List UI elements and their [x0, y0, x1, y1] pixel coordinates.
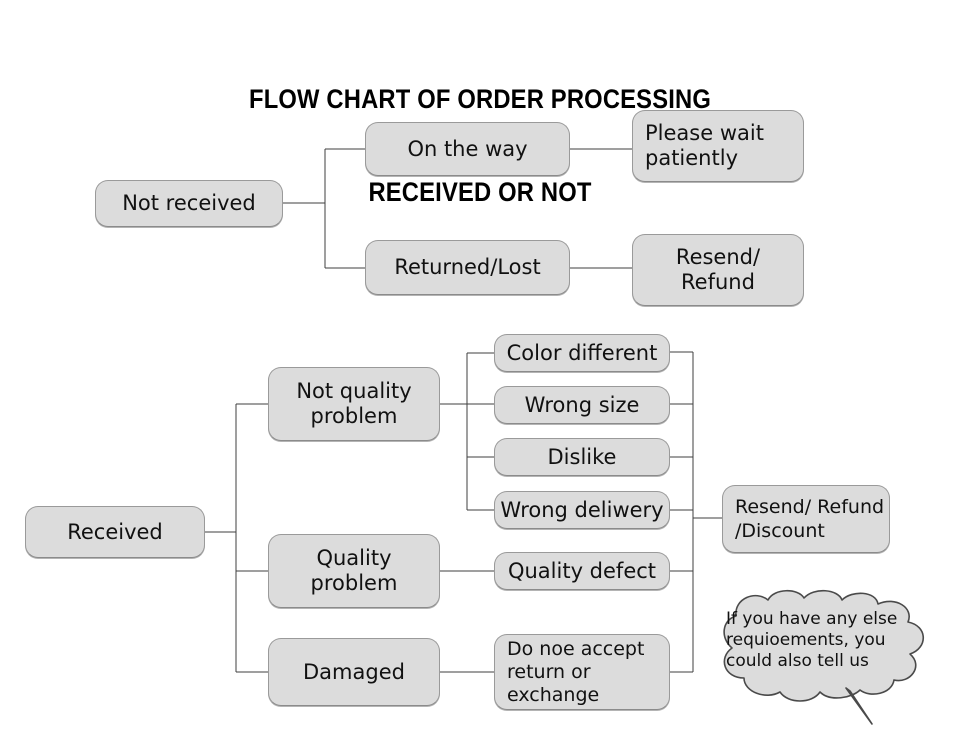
node-wrong-deliwery[interactable]: Wrong deliwery: [494, 491, 670, 529]
node-received[interactable]: Received: [25, 506, 205, 558]
node-on-the-way-label: On the way: [407, 136, 528, 161]
node-please-wait-patiently[interactable]: Please wait patiently: [632, 110, 804, 182]
node-not-received-label: Not received: [122, 191, 256, 215]
node-wrong-size[interactable]: Wrong size: [494, 386, 670, 424]
node-color-different[interactable]: Color different: [494, 334, 670, 372]
node-quality-defect[interactable]: Quality defect: [494, 552, 670, 590]
node-dislike[interactable]: Dislike: [494, 438, 670, 476]
node-resend-refund[interactable]: Resend/ Refund: [632, 234, 804, 306]
note-speech-bubble-text: If you have any else requioements, you c…: [726, 609, 898, 671]
node-quality-problem[interactable]: Quality problem: [268, 534, 440, 608]
flowchart-canvas: FLOW CHART OF ORDER PROCESSING RECEIVED …: [0, 0, 960, 730]
note-speech-bubble[interactable]: If you have any else requioements, you c…: [700, 586, 950, 726]
node-not-received[interactable]: Not received: [95, 180, 283, 227]
node-wrong-size-label: Wrong size: [524, 392, 640, 417]
node-received-label: Received: [67, 519, 163, 544]
node-dislike-label: Dislike: [547, 444, 617, 469]
node-do-not-accept-return-or-exchange[interactable]: Do noe accept return or exchange: [494, 634, 670, 710]
node-damaged-label: Damaged: [303, 659, 405, 684]
node-returned-lost[interactable]: Returned/Lost: [365, 240, 570, 295]
node-color-different-label: Color different: [506, 340, 658, 365]
node-quality-defect-label: Quality defect: [507, 558, 657, 583]
node-please-wait-patiently-label: Please wait patiently: [645, 121, 764, 170]
node-wrong-deliwery-label: Wrong deliwery: [500, 497, 664, 522]
node-on-the-way[interactable]: On the way: [365, 122, 570, 176]
node-resend-refund-discount[interactable]: Resend/ Refund /Discount: [722, 485, 890, 553]
node-quality-problem-label: Quality problem: [310, 546, 398, 595]
node-resend-refund-discount-label: Resend/ Refund /Discount: [735, 496, 885, 542]
node-do-not-accept-label: Do noe accept return or exchange: [507, 637, 645, 706]
node-not-quality-problem[interactable]: Not quality problem: [268, 367, 440, 441]
node-damaged[interactable]: Damaged: [268, 638, 440, 706]
node-not-quality-problem-label: Not quality problem: [296, 379, 412, 428]
node-returned-lost-label: Returned/Lost: [394, 255, 541, 279]
node-resend-refund-label: Resend/ Refund: [675, 245, 761, 294]
